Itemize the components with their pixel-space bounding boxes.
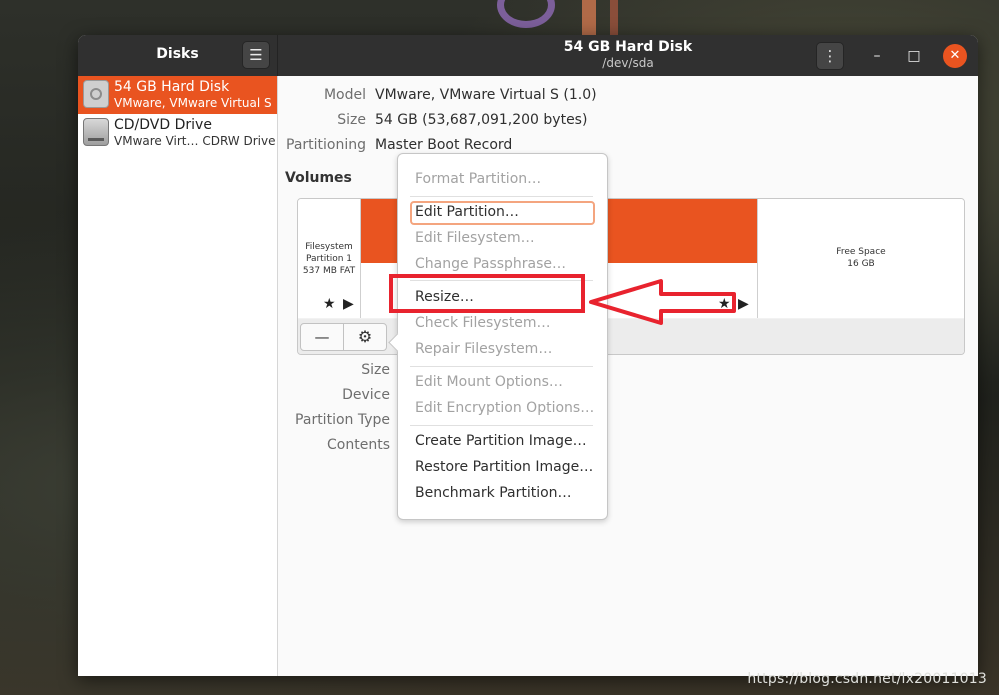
background-decoration — [610, 0, 618, 36]
partitioning-value: Master Boot Record — [375, 137, 513, 153]
volume-name: Partition 1 — [305, 254, 353, 264]
volume-size: 16 GB — [847, 259, 875, 269]
menu-item-change-passphrase[interactable]: Change Passphrase… — [415, 256, 566, 272]
hamburger-icon: ☰ — [249, 46, 263, 64]
delete-partition-button[interactable]: — — [300, 323, 344, 351]
close-button[interactable]: ✕ — [943, 44, 967, 68]
menu-item-repair-filesystem[interactable]: Repair Filesystem… — [415, 341, 552, 357]
menu-item-check-filesystem[interactable]: Check Filesystem… — [415, 315, 551, 331]
model-value: VMware, VMware Virtual S (1.0) — [375, 87, 597, 103]
disk-name: 54 GB Hard Disk — [114, 79, 230, 95]
volume-type: Free Space — [836, 247, 886, 257]
volume-device-label: Device — [342, 387, 390, 403]
volume-partition-type-label: Partition Type — [295, 412, 390, 428]
disk-name: CD/DVD Drive — [114, 117, 212, 133]
minimize-button[interactable]: – — [865, 44, 889, 68]
minus-icon: — — [314, 328, 330, 346]
menu-item-edit-mount-options[interactable]: Edit Mount Options… — [415, 374, 563, 390]
menu-item-edit-partition[interactable]: Edit Partition… — [415, 204, 519, 220]
menu-item-edit-filesystem[interactable]: Edit Filesystem… — [415, 230, 535, 246]
drive-options-button[interactable]: ⋮ — [816, 42, 844, 70]
optical-drive-icon — [83, 118, 109, 146]
menu-item-benchmark-partition[interactable]: Benchmark Partition… — [415, 485, 572, 501]
menu-separator — [410, 366, 593, 367]
partition-options-menu: Format Partition… Edit Partition… Edit F… — [388, 153, 608, 520]
close-icon: ✕ — [949, 48, 961, 63]
disk-item-cd-dvd-drive[interactable]: CD/DVD Drive VMware Virt… CDRW Drive — [78, 114, 277, 152]
sidebar-header: Disks ☰ — [78, 35, 278, 76]
model-label: Model — [323, 87, 366, 103]
play-icon: ▶ — [343, 296, 354, 312]
menu-separator — [410, 425, 593, 426]
volume-partition-1[interactable]: Filesystem Partition 1 537 MB FAT ★ ▶ — [298, 199, 361, 318]
disk-list: 54 GB Hard Disk VMware, VMware Virtual S… — [78, 76, 278, 676]
minimize-icon: – — [873, 48, 881, 64]
volume-free-space[interactable]: Free Space 16 GB — [758, 199, 964, 318]
hamburger-menu-button[interactable]: ☰ — [242, 41, 270, 69]
menu-item-create-partition-image[interactable]: Create Partition Image… — [415, 433, 587, 449]
watermark: https://blog.csdn.net/lx20011013 — [747, 671, 987, 687]
menu-item-edit-encryption-options[interactable]: Edit Encryption Options… — [415, 400, 594, 416]
disk-description: VMware, VMware Virtual S — [114, 96, 272, 110]
volume-label: Free Space 16 GB — [758, 246, 964, 270]
background-decoration — [497, 0, 555, 28]
additional-partition-options-button[interactable]: ⚙ — [343, 323, 387, 351]
maximize-button[interactable]: □ — [902, 44, 926, 68]
star-icon: ★ — [323, 296, 336, 312]
header-bar: Disks ☰ 54 GB Hard Disk /dev/sda ⋮ – □ ✕ — [78, 35, 978, 76]
menu-separator — [410, 196, 593, 197]
volumes-heading: Volumes — [285, 170, 352, 186]
partitioning-label: Partitioning — [286, 137, 366, 153]
annotation-highlight-box — [389, 274, 585, 313]
vertical-ellipsis-icon: ⋮ — [822, 47, 838, 65]
disk-item-hard-disk[interactable]: 54 GB Hard Disk VMware, VMware Virtual S — [78, 76, 277, 114]
background-decoration — [582, 0, 596, 36]
gear-icon: ⚙ — [357, 327, 373, 346]
play-icon: ▶ — [738, 296, 749, 312]
volume-type: Filesystem — [305, 242, 353, 252]
annotation-arrow-icon — [589, 279, 736, 325]
volume-label: Filesystem Partition 1 537 MB FAT — [298, 241, 360, 277]
size-value: 54 GB (53,687,091,200 bytes) — [375, 112, 588, 128]
volume-size-label: Size — [361, 362, 390, 378]
menu-item-format-partition[interactable]: Format Partition… — [415, 171, 541, 187]
menu-item-restore-partition-image[interactable]: Restore Partition Image… — [415, 459, 593, 475]
maximize-icon: □ — [907, 48, 921, 64]
drive-details: Model VMware, VMware Virtual S (1.0) Siz… — [278, 76, 978, 676]
volume-size: 537 MB FAT — [302, 266, 356, 276]
disk-description: VMware Virt… CDRW Drive — [114, 134, 276, 148]
volume-contents-label: Contents — [327, 437, 390, 453]
hard-disk-icon — [83, 80, 109, 108]
size-label: Size — [337, 112, 366, 128]
